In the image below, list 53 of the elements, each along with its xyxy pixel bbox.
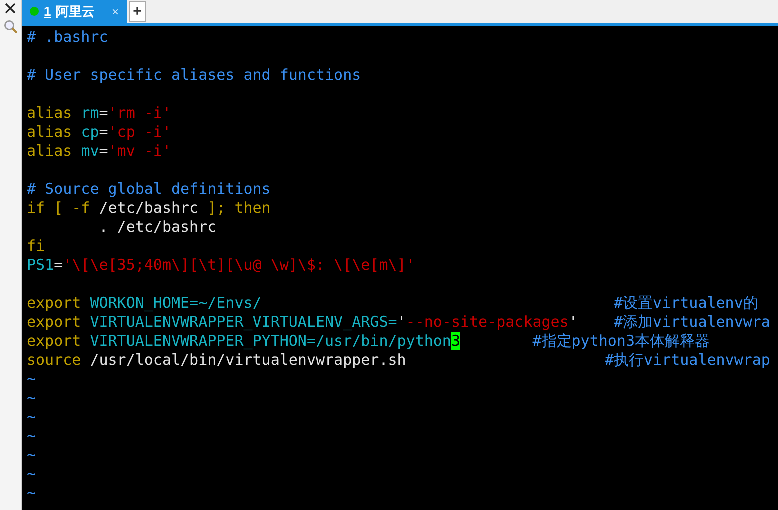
comment: #指定python3本体解释器 (532, 332, 710, 350)
comment: # Source global definitions (27, 180, 271, 198)
code-text: ' (568, 313, 578, 331)
empty-line-marker: ~ (27, 370, 36, 388)
string-literal: 'cp -i' (108, 123, 172, 141)
empty-line-marker: ~ (27, 427, 36, 445)
keyword: export (27, 313, 82, 331)
keyword: ]; then (208, 199, 271, 217)
tab-number: 1 (44, 2, 52, 21)
search-icon[interactable] (4, 20, 18, 34)
tab-title: 阿里云 (56, 2, 96, 21)
keyword: alias (27, 142, 72, 160)
empty-line-marker: ~ (27, 446, 36, 464)
keyword: fi (27, 237, 46, 255)
comment: # .bashrc (27, 28, 108, 46)
keyword: export (27, 332, 82, 350)
string-literal: '\[\e[35;40m\][\t][\u@ \w]\$: \[\e[m\]' (63, 256, 416, 274)
comment: #添加virtualenvwra (614, 313, 770, 331)
variable-name: mv (81, 142, 100, 160)
keyword: alias (27, 104, 72, 122)
code-text: = (99, 123, 108, 141)
close-icon[interactable] (5, 3, 16, 14)
comment: #设置virtualenv的 (614, 294, 758, 312)
empty-line-marker: ~ (27, 484, 36, 502)
empty-line-marker: ~ (27, 408, 36, 426)
keyword: alias (27, 123, 72, 141)
variable-name: WORKON_HOME=~/Envs/ (90, 294, 262, 312)
variable-name: rm (81, 104, 100, 122)
code-text: . /etc/bashrc (99, 218, 217, 236)
code-text: /etc/bashrc (99, 199, 199, 217)
comment: # User specific aliases and functions (27, 66, 362, 84)
keyword: source (27, 351, 82, 369)
empty-line-marker: ~ (27, 465, 36, 483)
keyword: export (27, 294, 82, 312)
comment: #执行virtualenvwrap (604, 351, 770, 369)
code-text: = (54, 256, 64, 274)
variable-name: cp (81, 123, 100, 141)
keyword: if [ -f (27, 199, 90, 217)
code-text: ' (397, 313, 406, 331)
code-text: /usr/local/bin/virtualenvwrapper.sh (90, 351, 406, 369)
variable-name: VIRTUALENVWRAPPER_PYTHON=/usr/bin/python (90, 332, 452, 350)
code-text: = (99, 104, 108, 122)
string-literal: --no-site-packages (406, 313, 569, 331)
string-literal: 'mv -i' (108, 142, 172, 160)
string-literal: 'rm -i' (108, 104, 172, 122)
tab[interactable]: 1 阿里云 × (22, 0, 127, 23)
variable-name: VIRTUALENVWRAPPER_VIRTUALENV_ARGS= (90, 313, 398, 331)
tab-close-button[interactable]: × (112, 2, 119, 20)
empty-line-marker: ~ (27, 389, 36, 407)
new-tab-button[interactable]: + (129, 1, 146, 22)
code-text: = (99, 142, 108, 160)
variable-name: PS1 (27, 256, 54, 274)
text-cursor: 3 (451, 332, 460, 350)
